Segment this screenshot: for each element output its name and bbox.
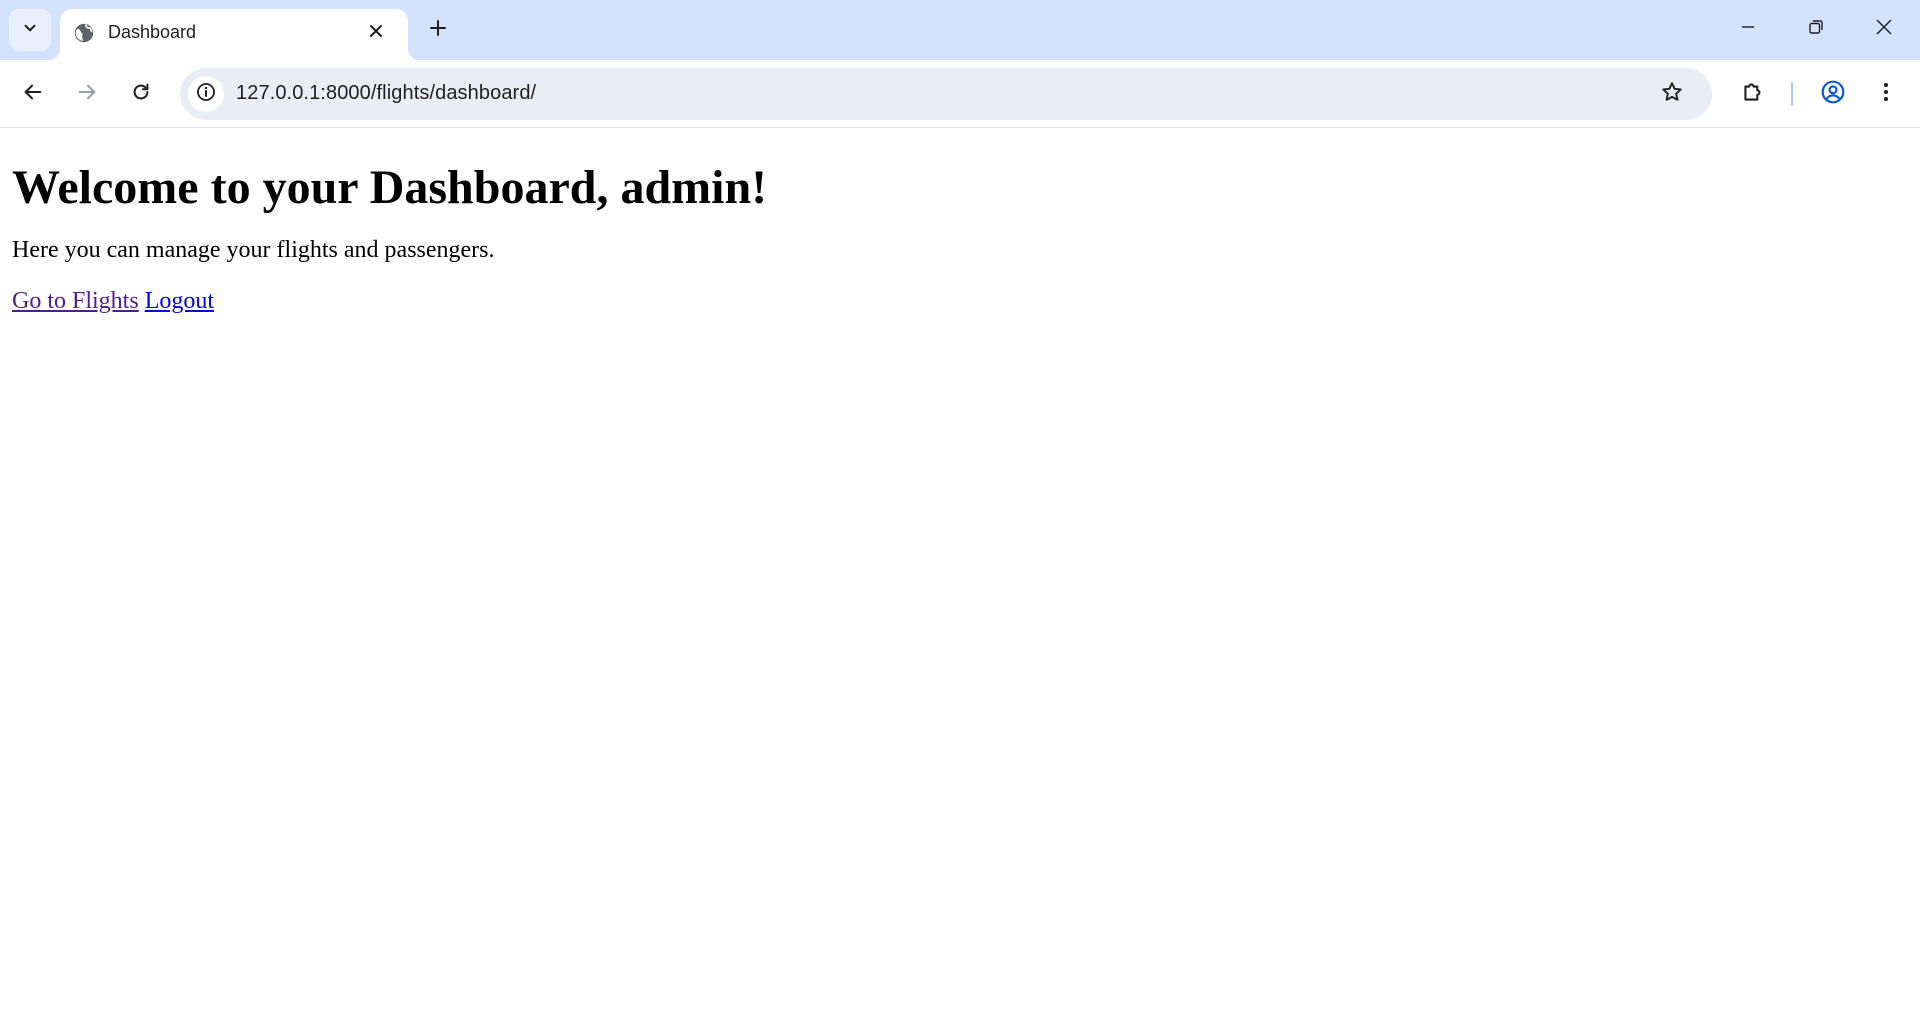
address-bar[interactable]: 127.0.0.1:8000/flights/dashboard/ <box>180 68 1712 120</box>
toolbar-divider <box>1791 82 1793 106</box>
close-icon <box>368 23 384 44</box>
extensions-button[interactable] <box>1733 74 1773 114</box>
plus-icon <box>428 18 448 43</box>
tab-strip: Dashboard <box>0 0 1920 60</box>
reload-button[interactable] <box>121 74 161 114</box>
bookmark-button[interactable] <box>1654 76 1690 112</box>
tab-dashboard[interactable]: Dashboard <box>48 9 420 60</box>
nav-links: Go to Flights Logout <box>12 287 1908 315</box>
star-icon <box>1660 80 1684 109</box>
menu-button[interactable] <box>1866 74 1906 114</box>
kebab-menu-icon <box>1874 80 1898 109</box>
chevron-down-icon <box>21 19 39 42</box>
browser-toolbar: 127.0.0.1:8000/flights/dashboard/ <box>0 60 1920 128</box>
new-tab-button[interactable] <box>420 12 456 48</box>
minimize-icon <box>1740 19 1756 40</box>
account-icon <box>1820 79 1846 110</box>
globe-icon <box>72 21 96 45</box>
site-info-button[interactable] <box>188 76 224 112</box>
tab-close-button[interactable] <box>362 19 390 47</box>
puzzle-icon <box>1740 79 1766 110</box>
restore-button[interactable] <box>1782 0 1850 58</box>
back-button[interactable] <box>13 74 53 114</box>
forward-button[interactable] <box>67 74 107 114</box>
page-title: Welcome to your Dashboard, admin! <box>12 161 768 214</box>
close-window-button[interactable] <box>1850 0 1918 58</box>
go-to-flights-link[interactable]: Go to Flights <box>12 288 139 314</box>
page-content: Welcome to your Dashboard, admin! Here y… <box>0 129 1920 1020</box>
page-description: Here you can manage your flights and pas… <box>12 237 495 263</box>
tab-title: Dashboard <box>108 22 197 42</box>
tab-search-button[interactable] <box>9 9 51 51</box>
logout-link[interactable]: Logout <box>145 288 214 314</box>
restore-icon <box>1808 19 1824 40</box>
info-icon <box>196 82 216 107</box>
arrow-right-icon <box>76 81 98 108</box>
url-text[interactable]: 127.0.0.1:8000/flights/dashboard/ <box>236 82 536 105</box>
close-icon <box>1875 18 1893 41</box>
profile-button[interactable] <box>1813 74 1853 114</box>
minimize-button[interactable] <box>1714 0 1782 58</box>
arrow-left-icon <box>22 81 44 108</box>
reload-icon <box>130 81 152 108</box>
